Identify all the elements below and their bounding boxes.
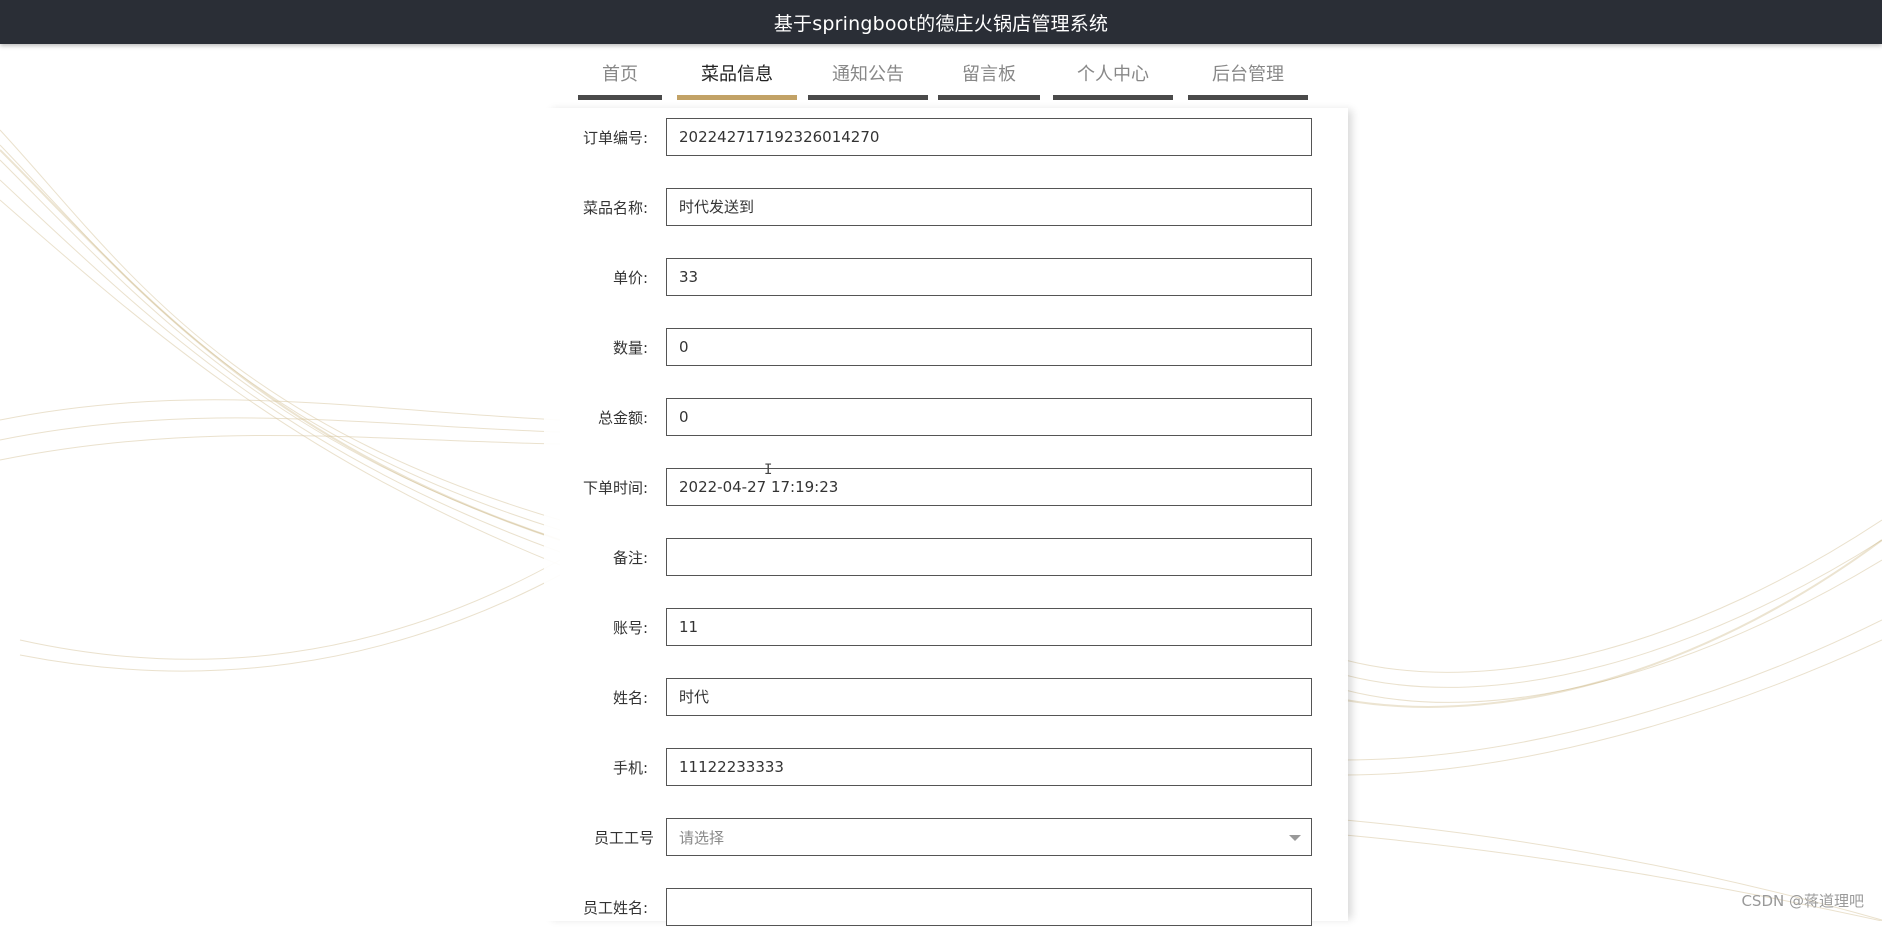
remarks-field[interactable]	[666, 538, 1312, 576]
form-row-name: 姓名:	[544, 677, 1348, 719]
nav-item-message-board[interactable]: 留言板	[938, 44, 1040, 100]
employee-id-select[interactable]: 请选择	[666, 818, 1312, 856]
nav-item-label: 首页	[602, 64, 638, 85]
field-label: 下单时间:	[582, 479, 648, 497]
field-label: 备注:	[612, 549, 648, 567]
field-label: 数量:	[612, 339, 648, 357]
form-row-dish-name: 菜品名称:	[544, 187, 1348, 229]
name-field[interactable]	[666, 678, 1312, 716]
field-label: 订单编号:	[582, 129, 648, 147]
nav-item-label: 菜品信息	[701, 64, 773, 85]
nav-item-notices[interactable]: 通知公告	[808, 44, 928, 100]
nav-underline	[1188, 95, 1308, 100]
field-label: 员工工号	[593, 829, 654, 847]
form-row-order-number: 订单编号:	[544, 117, 1348, 159]
form-row-remarks: 备注:	[544, 537, 1348, 579]
nav-underline	[808, 95, 928, 100]
chevron-down-icon	[1289, 835, 1301, 841]
nav-underline-active	[677, 95, 797, 100]
field-label: 总金额:	[597, 409, 648, 427]
form-row-employee-id: 员工工号 请选择	[544, 817, 1348, 859]
form-row-quantity: 数量:	[544, 327, 1348, 369]
nav-item-label: 后台管理	[1212, 64, 1284, 85]
dish-name-field[interactable]	[666, 188, 1312, 226]
app-title-bar: 基于springboot的德庄火锅店管理系统	[0, 0, 1882, 44]
text-cursor-icon: I	[764, 462, 773, 478]
employee-name-field[interactable]	[666, 888, 1312, 926]
form-row-total-amount: 总金额:	[544, 397, 1348, 439]
field-label: 员工姓名:	[582, 899, 648, 917]
app-title: 基于springboot的德庄火锅店管理系统	[773, 12, 1109, 35]
field-label: 姓名:	[612, 689, 648, 707]
phone-field[interactable]	[666, 748, 1312, 786]
field-label: 单价:	[612, 269, 648, 287]
nav-item-dishes[interactable]: 菜品信息	[677, 44, 797, 100]
form-row-account: 账号:	[544, 607, 1348, 649]
quantity-field[interactable]	[666, 328, 1312, 366]
form-row-order-time: 下单时间:	[544, 467, 1348, 509]
field-label: 菜品名称:	[582, 199, 648, 217]
nav-item-profile[interactable]: 个人中心	[1053, 44, 1173, 100]
form-row-phone: 手机:	[544, 747, 1348, 789]
nav-item-label: 通知公告	[832, 64, 904, 85]
main-nav: 首页 菜品信息 通知公告 留言板 个人中心 后台管理	[0, 44, 1882, 100]
account-field[interactable]	[666, 608, 1312, 646]
nav-item-home[interactable]: 首页	[578, 44, 662, 100]
form-row-unit-price: 单价:	[544, 257, 1348, 299]
nav-underline	[938, 95, 1040, 100]
select-placeholder: 请选择	[679, 829, 725, 847]
nav-item-label: 留言板	[962, 64, 1016, 85]
field-label: 账号:	[612, 619, 648, 637]
total-amount-field[interactable]	[666, 398, 1312, 436]
unit-price-field[interactable]	[666, 258, 1312, 296]
nav-underline	[578, 95, 662, 100]
order-number-field[interactable]	[666, 118, 1312, 156]
nav-underline	[1053, 95, 1173, 100]
form-row-employee-name: 员工姓名:	[544, 887, 1348, 929]
watermark: CSDN @蒋道理吧	[1741, 892, 1864, 910]
nav-item-admin[interactable]: 后台管理	[1188, 44, 1308, 100]
order-time-field[interactable]	[666, 468, 1312, 506]
order-form: 订单编号: 菜品名称: 单价: 数量: 总金额: 下单时间: 备注: 账号: 姓…	[544, 108, 1348, 926]
field-label: 手机:	[612, 759, 648, 777]
nav-item-label: 个人中心	[1077, 64, 1149, 85]
